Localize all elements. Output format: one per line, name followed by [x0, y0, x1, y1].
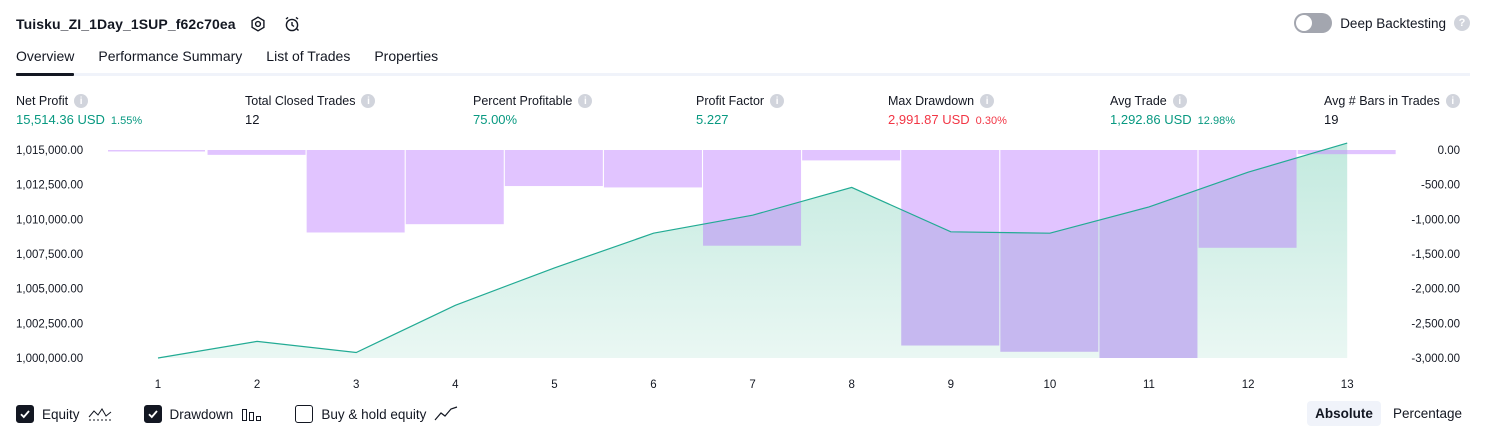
metric-percent: 1.55%	[110, 115, 143, 127]
metric-percent: 12.98%	[1197, 115, 1235, 127]
x-axis-tick: 7	[749, 379, 755, 391]
drawdown-bar	[603, 150, 702, 188]
help-icon[interactable]: ?	[1454, 15, 1470, 31]
chart-legend: Equity Drawdown Buy & hold equity	[16, 404, 490, 424]
metric-label: Avg # Bars in Trades	[1324, 94, 1440, 108]
right-axis-tick: -3,000.00	[1411, 353, 1460, 365]
deep-backtesting-toggle[interactable]	[1294, 13, 1333, 33]
info-icon[interactable]: i	[770, 94, 785, 108]
info-icon[interactable]: i	[1445, 94, 1460, 108]
drawdown-bar	[207, 150, 306, 155]
right-axis-tick: 0.00	[1438, 145, 1460, 157]
legend-drawdown[interactable]: Drawdown	[143, 405, 264, 423]
x-axis-tick: 6	[650, 379, 656, 391]
right-axis-tick: -2,500.00	[1411, 318, 1460, 330]
info-icon[interactable]: i	[361, 94, 376, 108]
x-axis-tick: 1	[155, 379, 161, 391]
toggle-knob	[1296, 15, 1313, 31]
deep-backtesting-label: Deep Backtesting	[1340, 15, 1446, 31]
settings-gear-icon[interactable]	[246, 12, 270, 36]
metric-label: Net Profit	[16, 94, 69, 108]
left-axis-tick: 1,000,000.00	[16, 353, 83, 365]
metric-value: 19	[1324, 112, 1339, 127]
equity-checkbox[interactable]	[16, 405, 34, 423]
legend-equity[interactable]: Equity	[16, 405, 112, 423]
right-axis-tick: -500.00	[1421, 180, 1460, 192]
x-axis-tick: 8	[848, 379, 854, 391]
legend-label: Drawdown	[169, 406, 234, 422]
tab-list-of-trades[interactable]: List of Trades	[266, 44, 350, 73]
left-axis-tick: 1,007,500.00	[16, 249, 83, 261]
x-axis-tick: 9	[948, 379, 954, 391]
left-axis-tick: 1,005,000.00	[16, 284, 83, 296]
deep-backtesting-control: Deep Backtesting ?	[1294, 13, 1470, 33]
metric-total-closed-trades: Total Closed Trades i 12	[245, 92, 376, 127]
right-axis-tick: -1,500.00	[1411, 249, 1460, 261]
metric-label: Percent Profitable	[473, 94, 573, 108]
metric-value: 12	[245, 112, 260, 127]
metric-value: 75.00%	[473, 112, 518, 127]
display-mode-toggle: Absolute Percentage	[1307, 401, 1470, 426]
drawdown-checkbox[interactable]	[143, 405, 162, 423]
drawdown-bar	[405, 150, 504, 225]
equity-drawdown-chart[interactable]: 1,015,000.00 1,012,500.00 1,010,000.00 1,00…	[0, 140, 1486, 392]
left-axis-tick: 1,010,000.00	[16, 214, 83, 226]
alarm-clock-icon[interactable]	[280, 12, 304, 36]
metric-avg-trade: Avg Trade i 1,292.86 USD 12.98%	[1110, 92, 1235, 127]
x-axis-tick: 10	[1044, 379, 1057, 391]
metric-value: 15,514.36 USD	[16, 112, 105, 127]
drawdown-bar	[108, 150, 205, 152]
x-axis-tick: 5	[551, 379, 557, 391]
info-icon[interactable]: i	[578, 94, 593, 108]
tab-performance-summary[interactable]: Performance Summary	[98, 44, 242, 73]
metric-net-profit: Net Profit i 15,514.36 USD 1.55%	[16, 92, 142, 127]
right-axis-tick: -1,000.00	[1411, 214, 1460, 226]
absolute-button[interactable]: Absolute	[1307, 401, 1381, 426]
tab-properties[interactable]: Properties	[374, 44, 438, 73]
x-axis-tick: 4	[452, 379, 459, 391]
metric-percent: 0.30%	[975, 115, 1007, 127]
metric-value: 2,991.87 USD	[888, 112, 970, 127]
left-axis-tick: 1,012,500.00	[16, 180, 83, 192]
equity-wave-icon	[88, 406, 112, 422]
metric-label: Max Drawdown	[888, 94, 975, 108]
metric-value: 1,292.86 USD	[1110, 112, 1192, 127]
metric-label: Profit Factor	[696, 94, 765, 108]
x-axis-tick: 12	[1242, 379, 1255, 391]
x-axis-tick: 11	[1143, 379, 1155, 391]
x-axis-tick: 13	[1341, 379, 1354, 391]
left-axis-tick: 1,002,500.00	[16, 318, 83, 330]
metric-max-drawdown: Max Drawdown i 2,991.87 USD 0.30%	[888, 92, 1007, 127]
strategy-header: Tuisku_ZI_1Day_1SUP_f62c70ea	[16, 12, 304, 36]
info-icon[interactable]: i	[980, 94, 995, 108]
metric-value: 5.227	[696, 112, 729, 127]
drawdown-bars-icon	[241, 406, 263, 422]
metrics-strip: Net Profit i 15,514.36 USD 1.55% Total Clo…	[16, 92, 1470, 132]
metric-profit-factor: Profit Factor i 5.227	[696, 92, 785, 127]
tab-overview[interactable]: Overview	[16, 44, 75, 76]
drawdown-bar	[504, 150, 603, 187]
right-axis-tick: -2,000.00	[1411, 284, 1460, 296]
tab-bar: Overview Performance Summary List of Tra…	[16, 44, 1470, 76]
metric-percent-profitable: Percent Profitable i 75.00%	[473, 92, 593, 127]
x-axis-tick: 2	[254, 379, 260, 391]
info-icon[interactable]: i	[74, 94, 89, 108]
strategy-title: Tuisku_ZI_1Day_1SUP_f62c70ea	[16, 16, 236, 32]
legend-label: Buy & hold equity	[321, 406, 427, 422]
legend-buy-hold[interactable]: Buy & hold equity	[295, 405, 458, 423]
buy-hold-checkbox[interactable]	[295, 405, 314, 423]
drawdown-bar	[306, 150, 405, 233]
legend-label: Equity	[42, 406, 80, 422]
metric-label: Avg Trade	[1110, 94, 1167, 108]
left-axis-tick: 1,015,000.00	[16, 145, 83, 157]
info-icon[interactable]: i	[1172, 94, 1187, 108]
drawdown-bar	[802, 150, 901, 161]
metric-label: Total Closed Trades	[245, 94, 356, 108]
x-axis-tick: 3	[353, 379, 359, 391]
metric-avg-bars-in-trades: Avg # Bars in Trades i 19	[1324, 92, 1460, 127]
percentage-button[interactable]: Percentage	[1385, 401, 1470, 426]
buy-hold-line-icon	[434, 406, 458, 422]
